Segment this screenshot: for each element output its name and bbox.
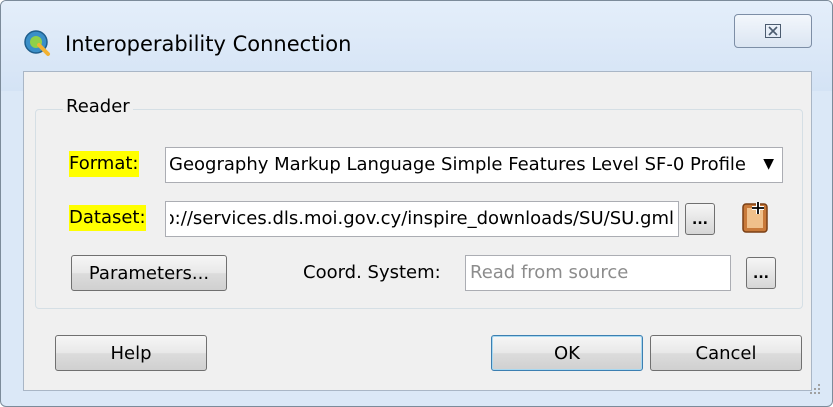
format-select-value: Geography Markup Language Simple Feature… <box>170 154 746 175</box>
dataset-input[interactable]: http://services.dls.moi.gov.cy/inspire_d… <box>165 201 679 237</box>
format-select[interactable]: Geography Markup Language Simple Feature… <box>165 147 783 183</box>
dialog-window: Interoperability Connection Reader Forma… <box>0 0 833 407</box>
help-button[interactable]: Help <box>55 335 207 371</box>
close-icon <box>765 24 781 38</box>
coord-system-browse-button[interactable]: ... <box>746 257 776 289</box>
qgis-logo-icon <box>24 30 50 56</box>
dataset-browse-button[interactable]: ... <box>685 203 715 235</box>
dataset-label: Dataset: <box>69 205 146 231</box>
coord-system-input[interactable]: Read from source <box>465 255 731 291</box>
close-button[interactable] <box>734 14 812 48</box>
ok-button[interactable]: OK <box>491 335 643 371</box>
format-label: Format: <box>69 151 139 177</box>
parameters-button[interactable]: Parameters... <box>71 255 227 291</box>
coord-system-placeholder: Read from source <box>470 262 629 283</box>
cancel-button[interactable]: Cancel <box>650 335 802 371</box>
dataset-input-value: http://services.dls.moi.gov.cy/inspire_d… <box>170 208 674 229</box>
add-file-icon[interactable] <box>739 200 773 234</box>
coord-system-label: Coord. System: <box>303 262 441 283</box>
resize-grip-icon[interactable] <box>808 382 822 396</box>
window-title: Interoperability Connection <box>65 32 352 56</box>
reader-group-label: Reader <box>63 95 133 119</box>
chevron-down-icon[interactable]: ▼ <box>763 156 774 172</box>
